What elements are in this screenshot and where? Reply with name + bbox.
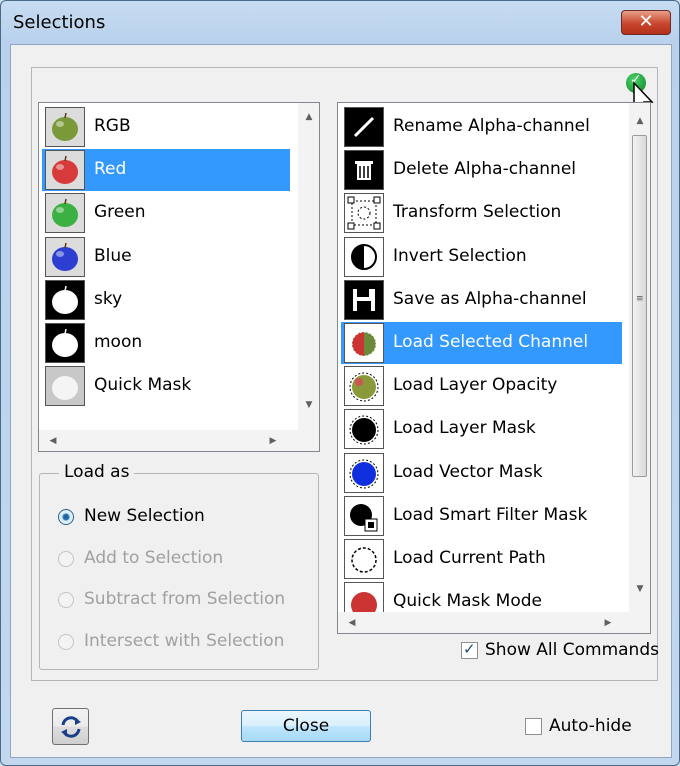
refresh-button[interactable]	[52, 708, 89, 745]
command-item[interactable]: Load Layer Opacity	[341, 365, 622, 407]
load-as-option-label: Subtract from Selection	[84, 589, 286, 609]
command-item-label: Load Selected Channel	[393, 332, 589, 352]
channel-list-hscrollbar[interactable]: ◀ ▶	[39, 430, 319, 451]
command-item-label: Invert Selection	[393, 245, 527, 266]
command-item[interactable]: Load Selected Channel	[341, 322, 622, 364]
command-item[interactable]: Rename Alpha-channel	[341, 106, 622, 148]
scroll-left-arrow-icon[interactable]: ◀	[344, 615, 360, 631]
load-as-option-label: Add to Selection	[84, 547, 224, 568]
channel-list-vscrollbar[interactable]: ▲ ▼	[298, 103, 319, 430]
checkmark-icon: ✓	[463, 640, 476, 658]
command-item-label: Load Current Path	[393, 548, 546, 568]
load-as-option-label: Intersect with Selection	[84, 630, 285, 651]
channel-item-label: Quick Mask	[94, 375, 192, 396]
layer-mask-icon	[344, 409, 384, 450]
command-item[interactable]: Delete Alpha-channel	[341, 149, 622, 191]
channel-item[interactable]: RGB	[42, 106, 290, 148]
apple-mask-sky-icon	[45, 279, 85, 320]
command-item-label: Load Layer Mask	[393, 418, 536, 439]
scroll-left-arrow-icon[interactable]: ◀	[45, 433, 61, 449]
command-item[interactable]: Load Smart Filter Mask	[341, 495, 622, 537]
channel-item[interactable]: sky	[42, 279, 290, 321]
channel-item[interactable]: moon	[42, 322, 290, 364]
quick-mask-icon	[45, 366, 85, 407]
channel-item[interactable]: Red	[42, 149, 290, 192]
channel-item-label: moon	[94, 332, 143, 352]
apple-rgb-icon	[45, 107, 85, 147]
command-item[interactable]: Invert Selection	[341, 236, 622, 278]
dialog-window: Selections ✕ ✓ Quick Mask moon sky Blue Gree…	[0, 0, 680, 766]
current-path-icon	[344, 539, 384, 579]
command-item[interactable]: Load Layer Mask	[341, 408, 622, 450]
smart-filter-mask-icon	[344, 495, 384, 536]
scroll-up-arrow-icon[interactable]: ▲	[632, 113, 648, 129]
apple-blue-icon	[45, 236, 85, 277]
grip-icon: ≡	[636, 294, 644, 304]
close-icon: ✕	[638, 11, 654, 32]
close-button[interactable]: Close	[241, 710, 371, 742]
channel-list[interactable]: Quick Mask moon sky Blue Green Red RGB ▲ ▼ ◀ ▶	[38, 102, 320, 452]
title-bar[interactable]: Selections ✕	[1, 1, 679, 43]
command-list-hscrollbar[interactable]: ◀ ▶	[338, 612, 650, 633]
command-item-label: Save as Alpha-channel	[393, 288, 587, 309]
channel-item[interactable]: Quick Mask	[42, 365, 290, 407]
floppy-disk-icon	[344, 279, 384, 320]
show-all-commands-label: Show All Commands	[485, 640, 659, 660]
load-channel-icon	[344, 323, 384, 363]
layer-opacity-icon	[344, 366, 384, 407]
command-item[interactable]: Save as Alpha-channel	[341, 279, 622, 321]
command-item-label: Load Layer Opacity	[393, 375, 558, 396]
channel-item-label: Red	[94, 159, 127, 180]
scroll-thumb[interactable]: ≡	[632, 135, 647, 477]
radio-button[interactable]	[58, 592, 74, 608]
apple-green-icon	[45, 193, 85, 234]
window-close-button[interactable]: ✕	[621, 10, 671, 35]
apple-red-icon	[45, 150, 85, 191]
window-title: Selections	[13, 12, 106, 33]
scroll-down-arrow-icon[interactable]: ▼	[301, 397, 317, 413]
invert-icon	[344, 236, 384, 277]
channel-item-label: RGB	[94, 116, 131, 136]
command-item[interactable]: Transform Selection	[341, 192, 622, 234]
pencil-icon	[344, 107, 384, 147]
scroll-right-arrow-icon[interactable]: ▶	[600, 615, 616, 631]
trash-icon	[344, 150, 384, 191]
load-as-option-label: New Selection	[84, 506, 205, 526]
refresh-icon	[60, 716, 81, 738]
channel-item-label: Blue	[94, 245, 132, 266]
command-list[interactable]: Quick Mask Mode Load Current Path Load Sma…	[337, 102, 651, 634]
scroll-right-arrow-icon[interactable]: ▶	[265, 433, 281, 449]
channel-item[interactable]: Blue	[42, 236, 290, 278]
radio-button[interactable]	[58, 633, 74, 650]
command-item[interactable]: Load Current Path	[341, 538, 622, 580]
auto-hide-label: Auto-hide	[549, 716, 632, 736]
load-as-legend: Load as	[59, 462, 135, 482]
command-item-label: Delete Alpha-channel	[393, 159, 576, 180]
command-item-label: Quick Mask Mode	[393, 591, 542, 612]
command-item-label: Rename Alpha-channel	[393, 116, 590, 136]
load-as-group: Load as New Selection Add to Selection Sub…	[39, 462, 319, 670]
command-item[interactable]: Load Vector Mask	[341, 452, 622, 494]
vector-mask-icon	[344, 452, 384, 493]
channel-item-label: Green	[94, 202, 146, 223]
command-item-label: Transform Selection	[393, 202, 562, 223]
channel-item[interactable]: Green	[42, 192, 290, 234]
transform-icon	[344, 193, 384, 234]
radio-button[interactable]	[58, 550, 74, 567]
command-list-vscrollbar[interactable]: ▲ ≡ ▼	[629, 103, 650, 612]
command-item-label: Load Vector Mask	[393, 461, 543, 482]
close-button-label: Close	[282, 716, 330, 736]
radio-button[interactable]	[58, 509, 74, 525]
apple-mask-moon-icon	[45, 323, 85, 363]
scroll-up-arrow-icon[interactable]: ▲	[301, 109, 317, 125]
scroll-down-arrow-icon[interactable]: ▼	[632, 581, 648, 597]
channel-item-label: sky	[94, 288, 123, 309]
command-item-label: Load Smart Filter Mask	[393, 504, 588, 525]
